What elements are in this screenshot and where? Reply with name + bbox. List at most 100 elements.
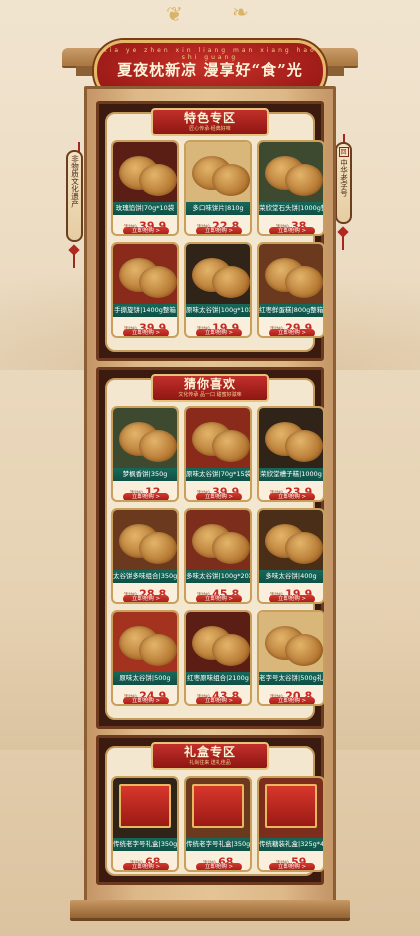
product-image[interactable] xyxy=(186,244,250,304)
wooden-display-frame: 特色专区 匠心传承·经典好味 玫瑰馅饼|70g*10袋活动价39.9立即抢购 >… xyxy=(84,86,336,908)
product-card[interactable]: 传统糖装礼盒|325g*4袋活动价59立即抢购 > xyxy=(257,776,325,872)
product-card[interactable]: 原味太谷饼|500g活动价24.9立即抢购 > xyxy=(111,610,179,706)
section-guess-banner: 猜你喜欢 文化传承 品一口 甜蜜好滋味 xyxy=(151,374,269,402)
product-card[interactable]: 手撕旋饼|1400g整箱活动价39.9立即抢购 > xyxy=(111,242,179,338)
product-card[interactable]: 传统老字号礼盒|350g*6袋活动价68立即抢购 > xyxy=(111,776,179,872)
product-card[interactable]: 荣欣堂槽子糕|1000g活动价23.9立即抢购 > xyxy=(257,406,325,502)
product-image[interactable] xyxy=(186,778,250,838)
section-guess-subtitle: 文化传承 品一口 甜蜜好滋味 xyxy=(178,392,242,398)
product-image[interactable] xyxy=(113,612,177,672)
price-row: 活动价43.8 xyxy=(186,686,250,702)
product-card[interactable]: 红枣原味组合|2100g活动价43.8立即抢购 > xyxy=(184,610,252,706)
product-name: 梦枫香饼|350g xyxy=(113,468,177,481)
product-card[interactable]: 多味太谷饼|100g*20袋活动价45.8立即抢购 > xyxy=(184,508,252,604)
product-name: 多味太谷饼|400g xyxy=(259,570,323,583)
product-image[interactable] xyxy=(259,408,323,468)
product-name: 多口味饼片|810g xyxy=(186,202,250,215)
product-card[interactable]: 多味太谷饼|400g活动价19.9立即抢购 > xyxy=(257,508,325,604)
product-card[interactable]: 太谷饼多味组合|350g*2袋活动价28.8立即抢购 > xyxy=(111,508,179,604)
buy-now-button[interactable]: 立即抢购 > xyxy=(196,697,242,704)
price-row: 活动价59 xyxy=(259,852,323,868)
buy-now-button[interactable]: 立即抢购 > xyxy=(269,595,315,602)
product-name: 传统糖装礼盒|325g*4袋 xyxy=(259,838,323,851)
product-grid: 传统老字号礼盒|350g*6袋活动价68立即抢购 >传统老字号礼盒|350g*6… xyxy=(111,776,325,872)
product-image[interactable] xyxy=(113,142,177,202)
buy-now-button[interactable]: 立即抢购 > xyxy=(196,863,242,870)
buy-now-button[interactable]: 立即抢购 > xyxy=(269,227,315,234)
product-image[interactable] xyxy=(186,612,250,672)
section-gift-inner: 礼盒专区 礼尚往来 送礼佳品 传统老字号礼盒|350g*6袋活动价68立即抢购 … xyxy=(105,742,325,876)
product-card[interactable]: 原味太谷饼|100g*10袋活动价19.9立即抢购 > xyxy=(184,242,252,338)
buy-now-button[interactable]: 立即抢购 > xyxy=(196,227,242,234)
pastry-image xyxy=(139,164,177,196)
section-gift: 礼盒专区 礼尚往来 送礼佳品 传统老字号礼盒|350g*6袋活动价68立即抢购 … xyxy=(96,735,325,885)
product-name: 多味太谷饼|100g*20袋 xyxy=(186,570,250,583)
pastry-image xyxy=(212,430,250,462)
section-guess-title: 猜你喜欢 xyxy=(183,377,236,391)
product-name: 太谷饼多味组合|350g*2袋 xyxy=(113,570,177,583)
buy-now-button[interactable]: 立即抢购 > xyxy=(123,697,169,704)
product-image[interactable] xyxy=(113,244,177,304)
left-tassel xyxy=(73,254,75,268)
buy-now-button[interactable]: 立即抢购 > xyxy=(123,863,169,870)
product-image[interactable] xyxy=(259,778,323,838)
buy-now-button[interactable]: 立即抢购 > xyxy=(123,329,169,336)
product-image[interactable] xyxy=(186,408,250,468)
product-image[interactable] xyxy=(259,142,323,202)
product-name: 手撕旋饼|1400g整箱 xyxy=(113,304,177,317)
price-row: 活动价20.8 xyxy=(259,686,323,702)
right-side-tag: 回 中华老字号 xyxy=(335,142,352,224)
product-image[interactable] xyxy=(259,510,323,570)
product-image[interactable] xyxy=(113,510,177,570)
product-name: 玫瑰馅饼|70g*10袋 xyxy=(113,202,177,215)
buy-now-button[interactable]: 立即抢购 > xyxy=(269,493,315,500)
buy-now-button[interactable]: 立即抢购 > xyxy=(196,329,242,336)
product-card[interactable]: 传统老字号礼盒|350g*6袋活动价68立即抢购 > xyxy=(184,776,252,872)
pastry-image xyxy=(285,266,323,298)
price-row: 活动价19.9 xyxy=(259,584,323,600)
pastry-image xyxy=(139,430,177,462)
price-row: 活动价68 xyxy=(113,852,177,868)
buy-now-button[interactable]: 立即抢购 > xyxy=(269,329,315,336)
price-row: 活动价19.9 xyxy=(186,318,250,334)
product-name: 红枣鲜蛋糕|800g整箱 xyxy=(259,304,323,317)
product-image[interactable] xyxy=(186,142,250,202)
product-card[interactable]: 梦枫香饼|350g活动价12立即抢购 > xyxy=(111,406,179,502)
buy-now-button[interactable]: 立即抢购 > xyxy=(123,227,169,234)
buy-now-button[interactable]: 立即抢购 > xyxy=(269,863,315,870)
price-row: 活动价28.8 xyxy=(113,584,177,600)
product-image[interactable] xyxy=(259,612,323,672)
pastry-image xyxy=(285,430,323,462)
product-image[interactable] xyxy=(113,778,177,838)
product-name: 原味太谷饼|100g*10袋 xyxy=(186,304,250,317)
product-name: 传统老字号礼盒|350g*6袋 xyxy=(113,838,177,851)
product-card[interactable]: 老字号太谷饼|500g礼盒活动价20.8立即抢购 > xyxy=(257,610,325,706)
buy-now-button[interactable]: 立即抢购 > xyxy=(196,493,242,500)
price-row: 活动价39.9 xyxy=(186,482,250,498)
product-image[interactable] xyxy=(113,408,177,468)
pastry-image xyxy=(139,634,177,666)
pastry-image xyxy=(285,164,323,196)
product-card[interactable]: 玫瑰馅饼|70g*10袋活动价39.9立即抢购 > xyxy=(111,140,179,236)
product-card[interactable]: 红枣鲜蛋糕|800g整箱活动价29.9立即抢购 > xyxy=(257,242,325,338)
section-featured-subtitle: 匠心传承·经典好味 xyxy=(189,126,231,132)
product-image[interactable] xyxy=(186,510,250,570)
product-card[interactable]: 荣欣堂石头饼|1000g整箱活动价38立即抢购 > xyxy=(257,140,325,236)
left-side-tag: 非物质文化遗产 xyxy=(66,150,83,242)
buy-now-button[interactable]: 立即抢购 > xyxy=(196,595,242,602)
buy-now-button[interactable]: 立即抢购 > xyxy=(123,493,169,500)
pastry-image xyxy=(139,266,177,298)
buy-now-button[interactable]: 立即抢购 > xyxy=(123,595,169,602)
pastry-image xyxy=(285,532,323,564)
frame-base xyxy=(70,900,350,918)
buy-now-button[interactable]: 立即抢购 > xyxy=(269,697,315,704)
product-image[interactable] xyxy=(259,244,323,304)
section-gift-banner: 礼盒专区 礼尚往来 送礼佳品 xyxy=(151,742,269,770)
product-name: 荣欣堂石头饼|1000g整箱 xyxy=(259,202,323,215)
product-card[interactable]: 原味太谷饼|70g*15袋活动价39.9立即抢购 > xyxy=(184,406,252,502)
section-featured-banner: 特色专区 匠心传承·经典好味 xyxy=(151,108,269,136)
product-name: 传统老字号礼盒|350g*6袋 xyxy=(186,838,250,851)
product-grid: 玫瑰馅饼|70g*10袋活动价39.9立即抢购 >多口味饼片|810g活动价22… xyxy=(111,140,325,338)
product-card[interactable]: 多口味饼片|810g活动价22.8立即抢购 > xyxy=(184,140,252,236)
right-tassel xyxy=(342,236,344,250)
